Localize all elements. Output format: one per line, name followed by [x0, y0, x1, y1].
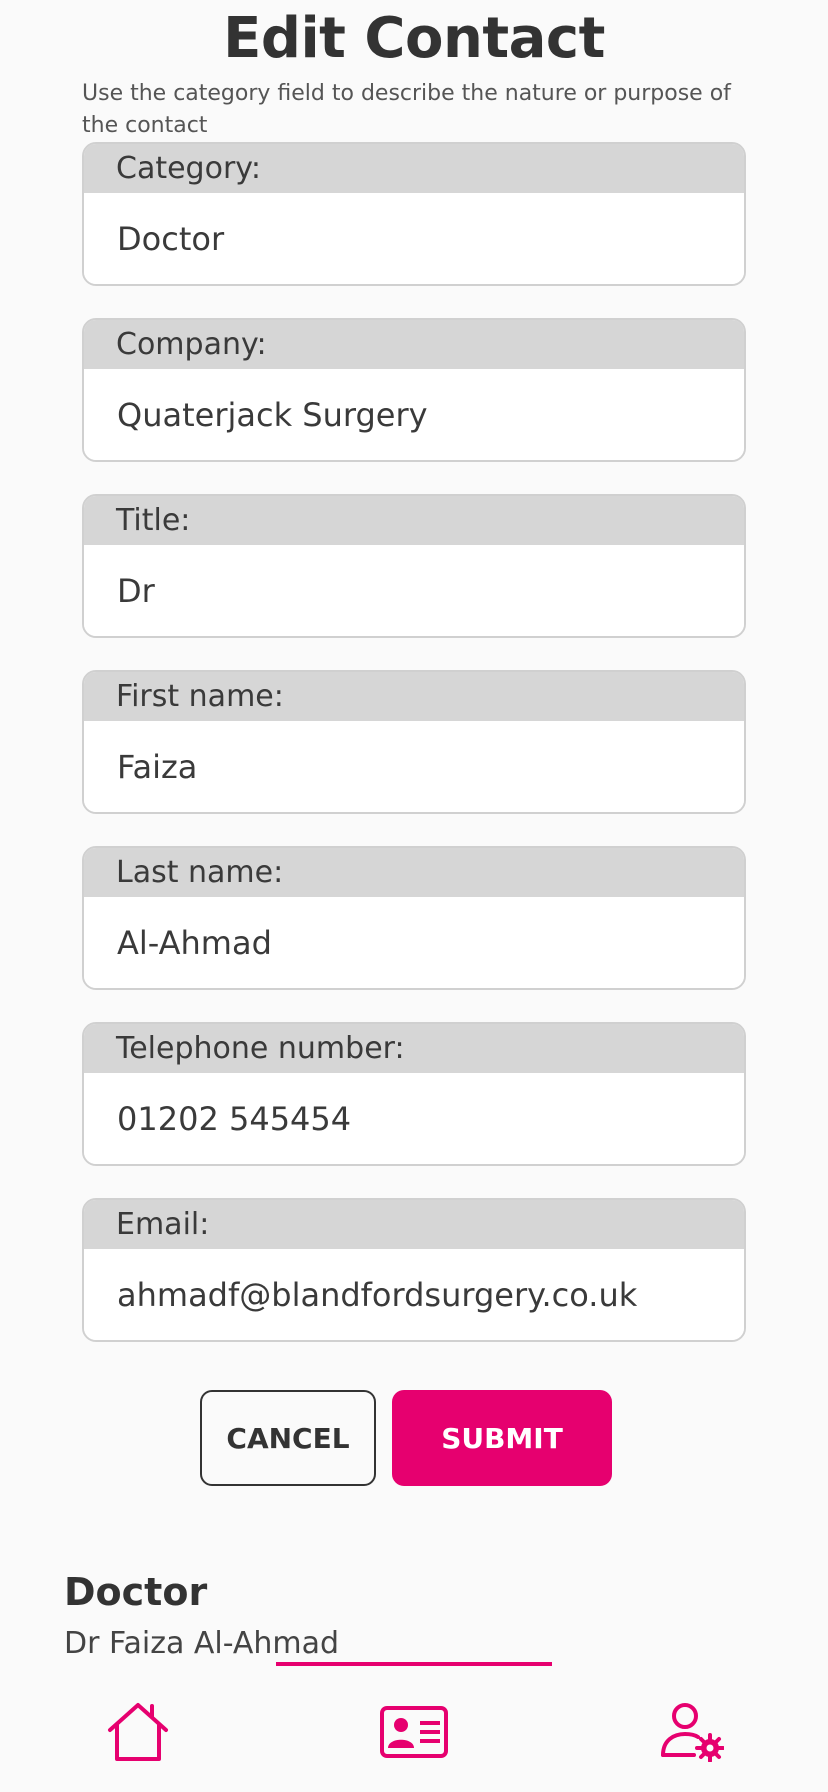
category-hint: Use the category field to describe the n…: [82, 81, 731, 138]
category-input[interactable]: [84, 193, 744, 284]
email-label: Email:: [84, 1200, 744, 1249]
company-label: Company:: [84, 320, 744, 369]
page-title: Edit Contact: [223, 6, 605, 71]
submit-button[interactable]: SUBMIT: [392, 1390, 612, 1486]
cancel-button[interactable]: CANCEL: [200, 1390, 376, 1486]
nav-settings-button[interactable]: [647, 1692, 737, 1772]
category-label: Category:: [84, 144, 744, 193]
company-input[interactable]: [84, 369, 744, 460]
edit-contact-screen: Edit Contact Use the category field to d…: [0, 0, 828, 1792]
email-field: Email:: [82, 1198, 746, 1342]
first-name-label: First name:: [84, 672, 744, 721]
summary-category: Doctor: [64, 1570, 208, 1614]
last-name-field: Last name:: [82, 846, 746, 990]
last-name-input[interactable]: [84, 897, 744, 988]
title-field: Title:: [82, 494, 746, 638]
telephone-input[interactable]: [84, 1073, 744, 1164]
title-label: Title:: [84, 496, 744, 545]
category-field: Category:: [82, 142, 746, 286]
telephone-label: Telephone number:: [84, 1024, 744, 1073]
user-settings-icon: [661, 1703, 724, 1762]
title-input[interactable]: [84, 545, 744, 636]
first-name-input[interactable]: [84, 721, 744, 812]
summary-name: Dr Faiza Al-Ahmad: [64, 1626, 340, 1661]
home-icon: [108, 1703, 168, 1761]
company-field: Company:: [82, 318, 746, 462]
last-name-label: Last name:: [84, 848, 744, 897]
first-name-field: First name:: [82, 670, 746, 814]
telephone-field: Telephone number:: [82, 1022, 746, 1166]
contact-card-icon: [380, 1706, 448, 1758]
email-input[interactable]: [84, 1249, 744, 1340]
nav-home-button[interactable]: [93, 1692, 183, 1772]
active-tab-indicator: [276, 1662, 552, 1666]
nav-contacts-button[interactable]: [369, 1692, 459, 1772]
